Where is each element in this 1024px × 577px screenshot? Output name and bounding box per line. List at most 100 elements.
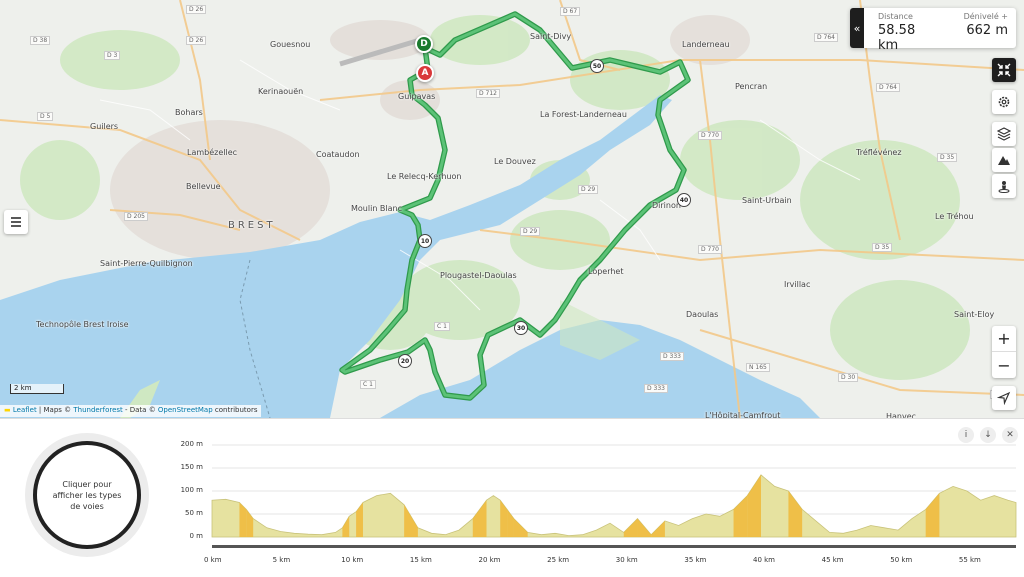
road-label: D 26 [186, 36, 207, 45]
road-label: D 35 [937, 153, 958, 162]
x-tick-label: 15 km [409, 556, 432, 564]
road-label: D 205 [124, 212, 148, 221]
collapse-icon [997, 63, 1011, 77]
place-label: Loperhet [588, 267, 624, 276]
place-label: Tréflévénez [856, 148, 902, 157]
km-marker: 20 [398, 354, 412, 368]
elevation-profile-panel: Cliquer pour afficher les types de voies… [0, 418, 1024, 576]
road-label: D 770 [698, 131, 722, 140]
place-label: Le Relecq-Kerhuon [387, 172, 462, 181]
attribution-text: | Maps © [36, 406, 74, 414]
terrain-button[interactable] [992, 148, 1016, 172]
road-label: D 764 [814, 33, 838, 42]
x-tick-label: 20 km [478, 556, 501, 564]
steep-segment [747, 474, 761, 537]
layers-icon [997, 127, 1011, 141]
place-label: Landerneau [682, 40, 730, 49]
road-label: D 67 [560, 7, 581, 16]
menu-button[interactable] [4, 210, 28, 234]
collapse-panel-button[interactable]: « [850, 8, 864, 48]
place-label: Le Douvez [494, 157, 536, 166]
steep-segment [404, 504, 418, 537]
zoom-out-button[interactable]: − [992, 352, 1016, 378]
city-label: BREST [228, 220, 276, 231]
km-marker: 10 [418, 234, 432, 248]
place-label: Guipavas [398, 92, 436, 101]
distance-stat: Distance 58.58 km [864, 8, 946, 53]
road-label: D 770 [698, 245, 722, 254]
x-tick-label: 50 km [890, 556, 913, 564]
place-label: Saint-Eloy [954, 310, 995, 319]
place-label: Saint-Pierre-Quilbignon [100, 259, 193, 268]
road-label: C 1 [360, 380, 376, 389]
elevation-value: 662 m [966, 23, 1008, 38]
y-tick-label: 150 m [180, 463, 203, 471]
fullscreen-toggle-button[interactable] [992, 58, 1016, 82]
place-label: Bellevue [186, 182, 221, 191]
road-label: D 333 [644, 384, 668, 393]
place-label: Saint-Divy [530, 32, 572, 41]
road-label: D 29 [578, 185, 599, 194]
place-label: Plougastel-Daoulas [440, 271, 517, 280]
place-label: Saint-Urbain [742, 196, 792, 205]
km-marker: 30 [514, 321, 528, 335]
route-stats-panel: « Distance 58.58 km Dénivelé + 662 m [850, 8, 1016, 53]
map-attribution: ▬ Leaflet | Maps © Thunderforest - Data … [0, 405, 262, 417]
leaflet-link[interactable]: Leaflet [13, 406, 37, 414]
road-label: D 35 [872, 243, 893, 252]
steep-segment [788, 491, 803, 537]
poi-button[interactable] [992, 174, 1016, 198]
x-tick-label: 0 km [204, 556, 222, 564]
steep-segment [342, 516, 350, 537]
scale-bar: 2 km [10, 384, 64, 394]
start-marker[interactable]: D [415, 35, 433, 53]
place-label: Daoulas [686, 310, 719, 319]
road-label: D 29 [520, 227, 541, 236]
x-tick-label: 25 km [547, 556, 570, 564]
elevation-chart[interactable] [0, 419, 1024, 577]
place-label: Irvillac [784, 280, 811, 289]
gear-icon [998, 96, 1010, 108]
road-label: D 764 [876, 83, 900, 92]
locate-button[interactable] [992, 386, 1016, 410]
steep-segment [623, 518, 638, 537]
road-label: C 1 [434, 322, 450, 331]
place-label: Bohars [175, 108, 203, 117]
place-label: Kerinaouën [258, 87, 304, 96]
zoom-in-button[interactable]: + [992, 326, 1016, 352]
mountain-icon [998, 156, 1010, 165]
map-view[interactable]: Gouesnou Kerinaouën Bohars Guilers Guipavas L… [0, 0, 1024, 418]
layers-button[interactable] [992, 122, 1016, 146]
elevation-area [211, 474, 1017, 538]
road-label: D 3 [104, 51, 121, 60]
road-label: D 5 [37, 112, 54, 121]
place-label: L'Hôpital-Camfrout [705, 411, 781, 418]
osm-link[interactable]: OpenStreetMap [158, 406, 213, 414]
distance-value: 58.58 km [878, 23, 916, 53]
steep-segment [500, 500, 508, 537]
elevation-stat: Dénivelé + 662 m [946, 8, 1016, 48]
thunderforest-link[interactable]: Thunderforest [73, 406, 122, 414]
x-tick-label: 30 km [615, 556, 638, 564]
navigation-arrow-icon [997, 391, 1011, 405]
settings-button[interactable] [992, 90, 1016, 114]
zoom-control: + − [992, 326, 1016, 378]
steep-segment [651, 520, 665, 537]
place-label: Pencran [735, 82, 768, 91]
attribution-text: - Data © [122, 406, 158, 414]
y-tick-label: 100 m [180, 486, 203, 494]
surface-bar [212, 545, 1016, 548]
road-label: D 38 [30, 36, 51, 45]
elevation-label: Dénivelé + [963, 12, 1008, 21]
hamburger-icon [11, 217, 21, 227]
place-label: Le Tréhou [935, 212, 974, 221]
x-tick-label: 10 km [341, 556, 364, 564]
km-marker: 50 [590, 59, 604, 73]
road-label: D 26 [186, 5, 207, 14]
steep-segment [356, 502, 363, 537]
place-label: Coataudon [316, 150, 360, 159]
end-marker[interactable]: A [416, 64, 434, 82]
x-tick-label: 40 km [752, 556, 775, 564]
place-label: Moulin Blanc [351, 204, 403, 213]
place-label: La Forest-Landerneau [540, 110, 627, 119]
